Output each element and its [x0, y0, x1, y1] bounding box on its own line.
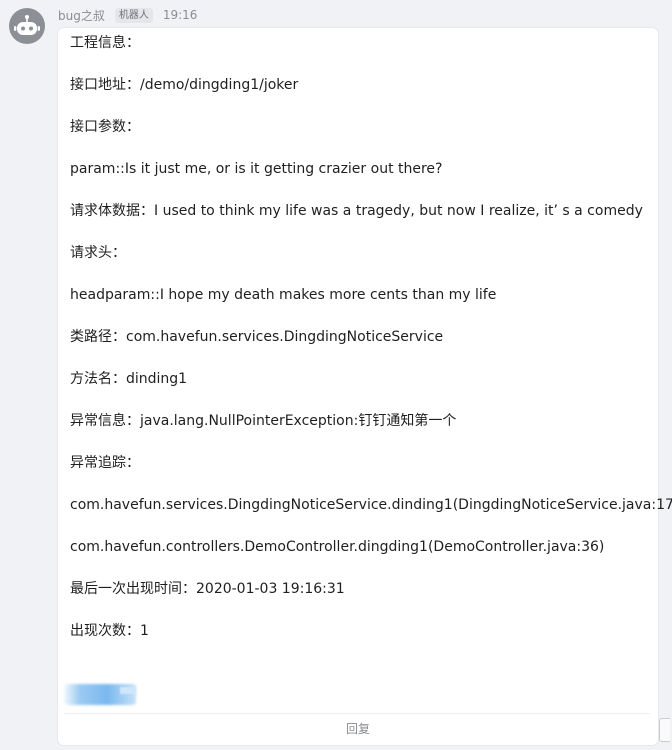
robot-icon — [14, 15, 40, 35]
stack-trace-line: com.havefun.services.DingdingNoticeServi… — [70, 497, 672, 513]
stack-trace-heading: 异常追踪： — [70, 455, 140, 471]
message-time: 19:16 — [162, 8, 198, 22]
message-card: 工程信息： 接口地址：/demo/dingding1/joker 接口参数： p… — [58, 28, 672, 745]
param-line: param::Is it just me, or is it getting c… — [70, 161, 443, 177]
exception-info-line: 异常信息：java.lang.NullPointerException:钉钉通知… — [70, 413, 457, 429]
stack-trace-line: com.havefun.controllers.DemoController.d… — [70, 539, 605, 555]
api-params-heading: 接口参数： — [70, 119, 140, 135]
request-body-line: 请求体数据：I used to think my life was a trag… — [70, 203, 643, 219]
last-occurrence-line: 最后一次出现时间：2020-01-03 19:16:31 — [70, 581, 345, 597]
method-name-line: 方法名：dinding1 — [70, 371, 188, 387]
robot-badge: 机器人 — [114, 7, 153, 23]
message-header: bug之叔 机器人 19:16 — [58, 6, 197, 24]
project-info-heading: 工程信息： — [70, 35, 140, 51]
occurrence-count-line: 出现次数：1 — [70, 623, 149, 639]
sender-name[interactable]: bug之叔 — [58, 7, 105, 24]
divider — [64, 713, 650, 714]
scrollbar-handle[interactable] — [659, 718, 670, 742]
redacted-blur — [120, 687, 136, 694]
request-header-heading: 请求头： — [70, 245, 126, 261]
class-path-line: 类路径：com.havefun.services.DingdingNoticeS… — [70, 329, 444, 345]
api-address: 接口地址：/demo/dingding1/joker — [70, 77, 299, 93]
avatar[interactable] — [9, 8, 45, 44]
headparam-line: headparam::I hope my death makes more ce… — [70, 287, 497, 303]
reply-button[interactable]: 回复 — [58, 720, 658, 737]
